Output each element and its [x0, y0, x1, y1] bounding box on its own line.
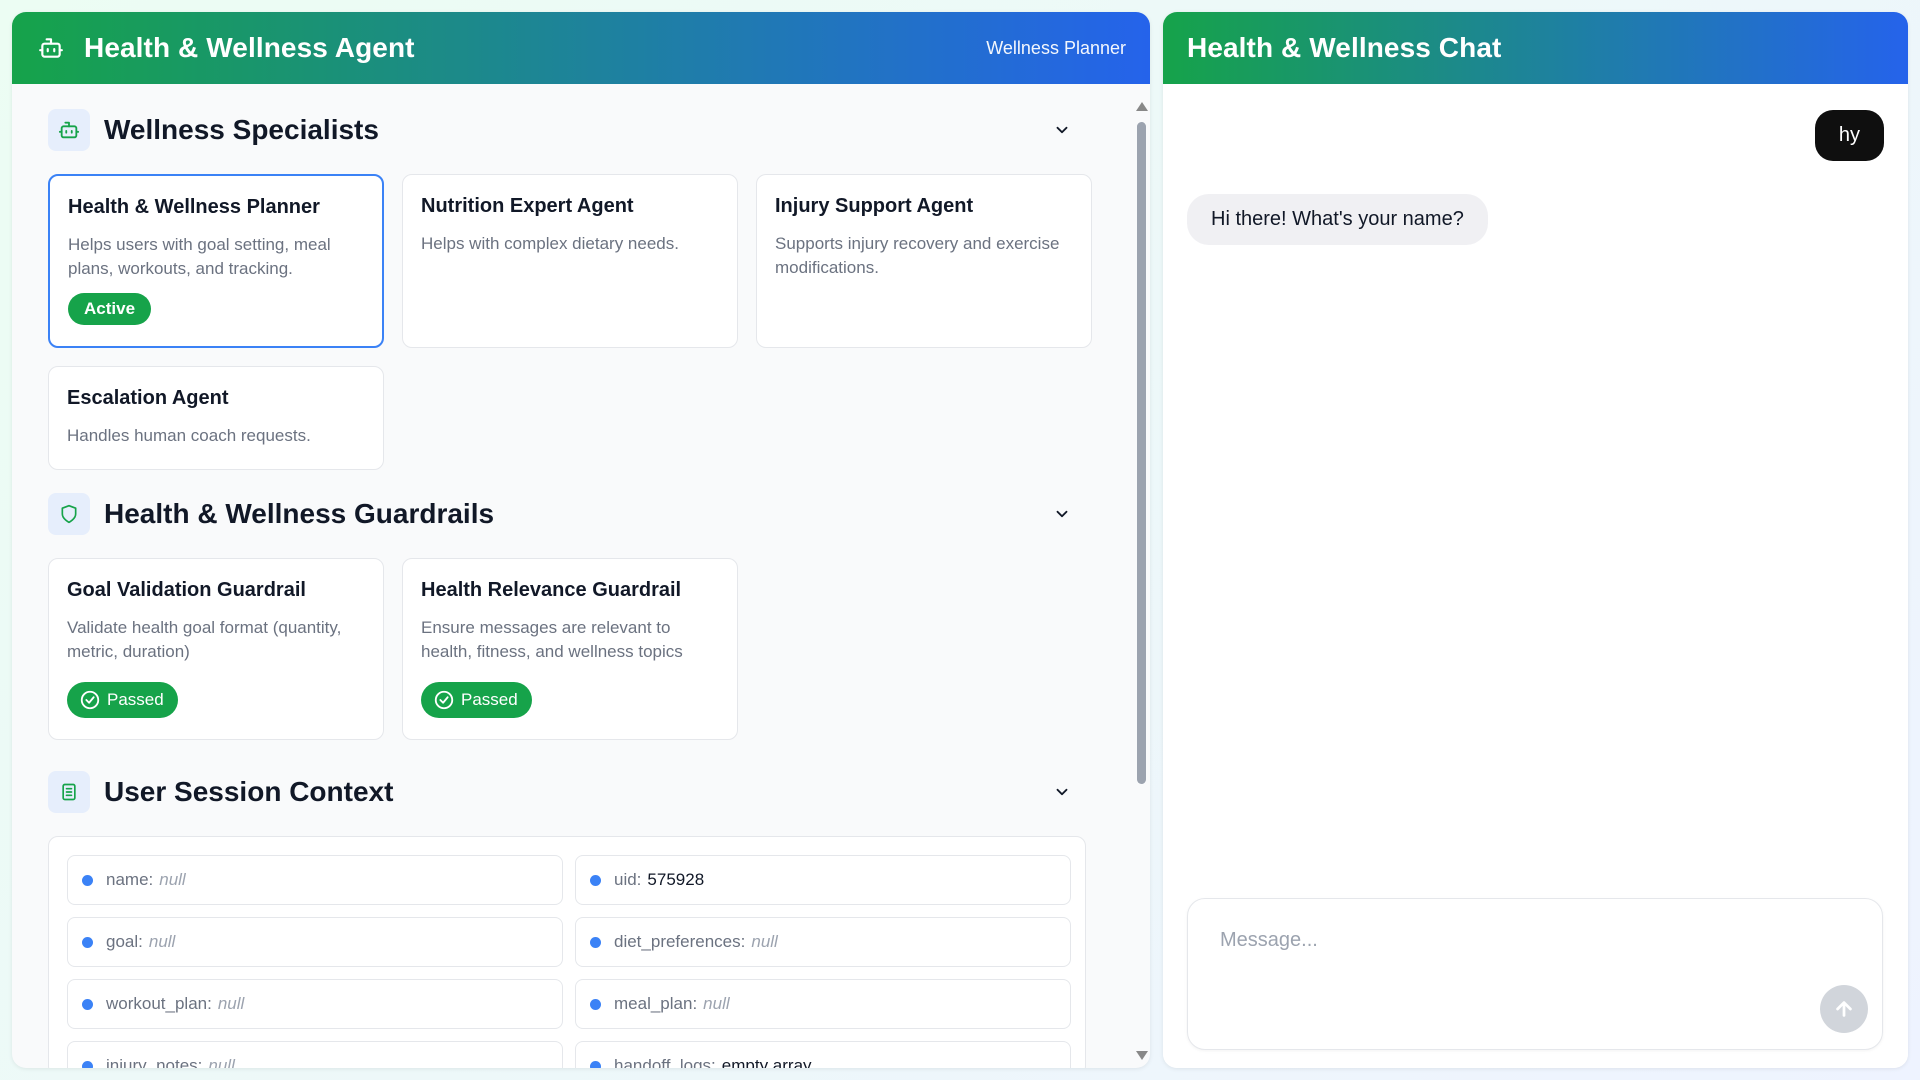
chevron-down-icon[interactable]	[1052, 120, 1072, 140]
scrollbar[interactable]	[1134, 92, 1148, 1068]
arrow-up-icon	[1836, 1001, 1852, 1017]
context-grid: name: null uid: 575928 goal: null diet_pref…	[67, 855, 1071, 1068]
chat-header: Health & Wellness Chat	[1163, 12, 1908, 84]
context-value: empty array	[721, 1056, 812, 1068]
scroll-down-arrow-icon[interactable]	[1136, 1051, 1148, 1060]
context-key: diet_preferences:	[614, 932, 746, 951]
context-key: injury_notes:	[106, 1056, 203, 1068]
guardrail-status: Passed	[461, 690, 518, 709]
message-composer	[1187, 898, 1883, 1050]
bullet-dot	[82, 936, 93, 948]
scrollbar-thumb[interactable]	[1137, 122, 1146, 784]
guardrail-description: Ensure messages are relevant to health, …	[421, 618, 683, 661]
bullet-dot	[82, 998, 93, 1010]
context-field: uid: 575928	[575, 855, 1071, 905]
context-key: goal:	[106, 932, 143, 951]
agent-description: Supports injury recovery and exercise mo…	[775, 234, 1060, 277]
agent-name: Nutrition Expert Agent	[421, 195, 634, 217]
check-circle-icon	[80, 690, 100, 710]
context-key: workout_plan:	[106, 994, 212, 1013]
specialists-section-header[interactable]: Wellness Specialists	[48, 108, 1086, 152]
bullet-dot	[590, 998, 601, 1010]
guardrail-card-health-relevance[interactable]: Health Relevance Guardrail Ensure messag…	[402, 558, 738, 740]
agent-card-nutrition[interactable]: Nutrition Expert Agent Helps with comple…	[402, 174, 738, 348]
bullet-dot	[82, 874, 93, 886]
agent-description: Helps users with goal setting, meal plan…	[68, 235, 331, 278]
context-value: null	[159, 870, 186, 889]
context-key: handoff_logs:	[614, 1056, 716, 1068]
active-badge: Active	[68, 293, 152, 325]
context-value: null	[148, 932, 176, 951]
context-value: null	[208, 1056, 235, 1068]
context-title: User Session Context	[104, 776, 394, 807]
specialists-title: Wellness Specialists	[104, 114, 379, 145]
scroll-up-arrow-icon[interactable]	[1136, 102, 1148, 111]
guardrail-description: Validate health goal format (quantity, m…	[67, 618, 342, 661]
guardrail-status: Passed	[107, 690, 164, 709]
guardrail-name: Health Relevance Guardrail	[421, 579, 682, 601]
context-key: uid:	[614, 870, 642, 889]
user-message: hy	[1814, 110, 1884, 161]
agent-description: Handles human coach requests.	[67, 426, 311, 445]
context-value: null	[217, 994, 245, 1013]
bullet-dot	[590, 874, 601, 886]
agent-name: Health & Wellness Planner	[68, 196, 320, 218]
chevron-down-icon[interactable]	[1052, 504, 1072, 524]
agent-cards: Health & Wellness Planner Helps users wi…	[48, 174, 1092, 470]
agent-panel-title: Health & Wellness Agent	[84, 32, 415, 63]
agent-card-injury[interactable]: Injury Support Agent Supports injury rec…	[756, 174, 1092, 348]
context-box: name: null uid: 575928 goal: null diet_pref…	[48, 836, 1086, 1068]
context-value: null	[751, 932, 778, 951]
current-agent-label: Wellness Planner	[986, 37, 1126, 58]
send-button[interactable]	[1820, 985, 1868, 1033]
guardrails-title: Health & Wellness Guardrails	[104, 498, 495, 529]
document-icon	[48, 771, 90, 813]
robot-icon	[36, 33, 66, 63]
context-field: handoff_logs: empty array	[575, 1041, 1071, 1068]
check-circle-icon	[434, 690, 454, 710]
context-value: 575928	[647, 870, 705, 889]
context-field: goal: null	[67, 917, 563, 967]
agent-panel-content: Wellness Specialists Health & Wellness P…	[12, 84, 1122, 1068]
agent-description: Helps with complex dietary needs.	[421, 234, 679, 253]
guardrails-section-header[interactable]: Health & Wellness Guardrails	[48, 492, 1086, 536]
chat-body: hy Hi there! What's your name?	[1163, 84, 1908, 1068]
agent-panel-header: Health & Wellness Agent Wellness Planner	[12, 12, 1150, 84]
guardrail-name: Goal Validation Guardrail	[67, 579, 306, 601]
guardrail-cards: Goal Validation Guardrail Validate healt…	[48, 558, 1086, 740]
context-field: injury_notes: null	[67, 1041, 563, 1068]
context-key: meal_plan:	[614, 994, 698, 1013]
agent-name: Escalation Agent	[67, 387, 229, 409]
context-field: diet_preferences: null	[575, 917, 1071, 967]
passed-badge: Passed	[67, 682, 178, 718]
context-field: workout_plan: null	[67, 979, 563, 1029]
bullet-dot	[590, 936, 601, 948]
chat-title: Health & Wellness Chat	[1187, 32, 1502, 63]
message-input[interactable]	[1220, 929, 1850, 952]
context-field: meal_plan: null	[575, 979, 1071, 1029]
agent-name: Injury Support Agent	[775, 195, 974, 217]
chat-panel: Health & Wellness Chat hy Hi there! What…	[1163, 12, 1908, 1068]
assistant-message: Hi there! What's your name?	[1187, 194, 1488, 245]
agent-card-escalation[interactable]: Escalation Agent Handles human coach req…	[48, 366, 384, 470]
agent-panel: Health & Wellness Agent Wellness Planner…	[12, 12, 1150, 1068]
context-section-header[interactable]: User Session Context	[48, 770, 1086, 814]
guardrail-card-goal-validation[interactable]: Goal Validation Guardrail Validate healt…	[48, 558, 384, 740]
shield-icon	[48, 493, 90, 535]
passed-badge: Passed	[421, 682, 532, 718]
bullet-dot	[590, 1060, 601, 1068]
context-value: null	[703, 994, 730, 1013]
bullet-dot	[82, 1060, 93, 1068]
robot-icon	[48, 109, 90, 151]
context-field: name: null	[67, 855, 563, 905]
context-key: name:	[106, 870, 154, 889]
agent-card-planner[interactable]: Health & Wellness Planner Helps users wi…	[48, 174, 384, 348]
chevron-down-icon[interactable]	[1052, 782, 1072, 802]
